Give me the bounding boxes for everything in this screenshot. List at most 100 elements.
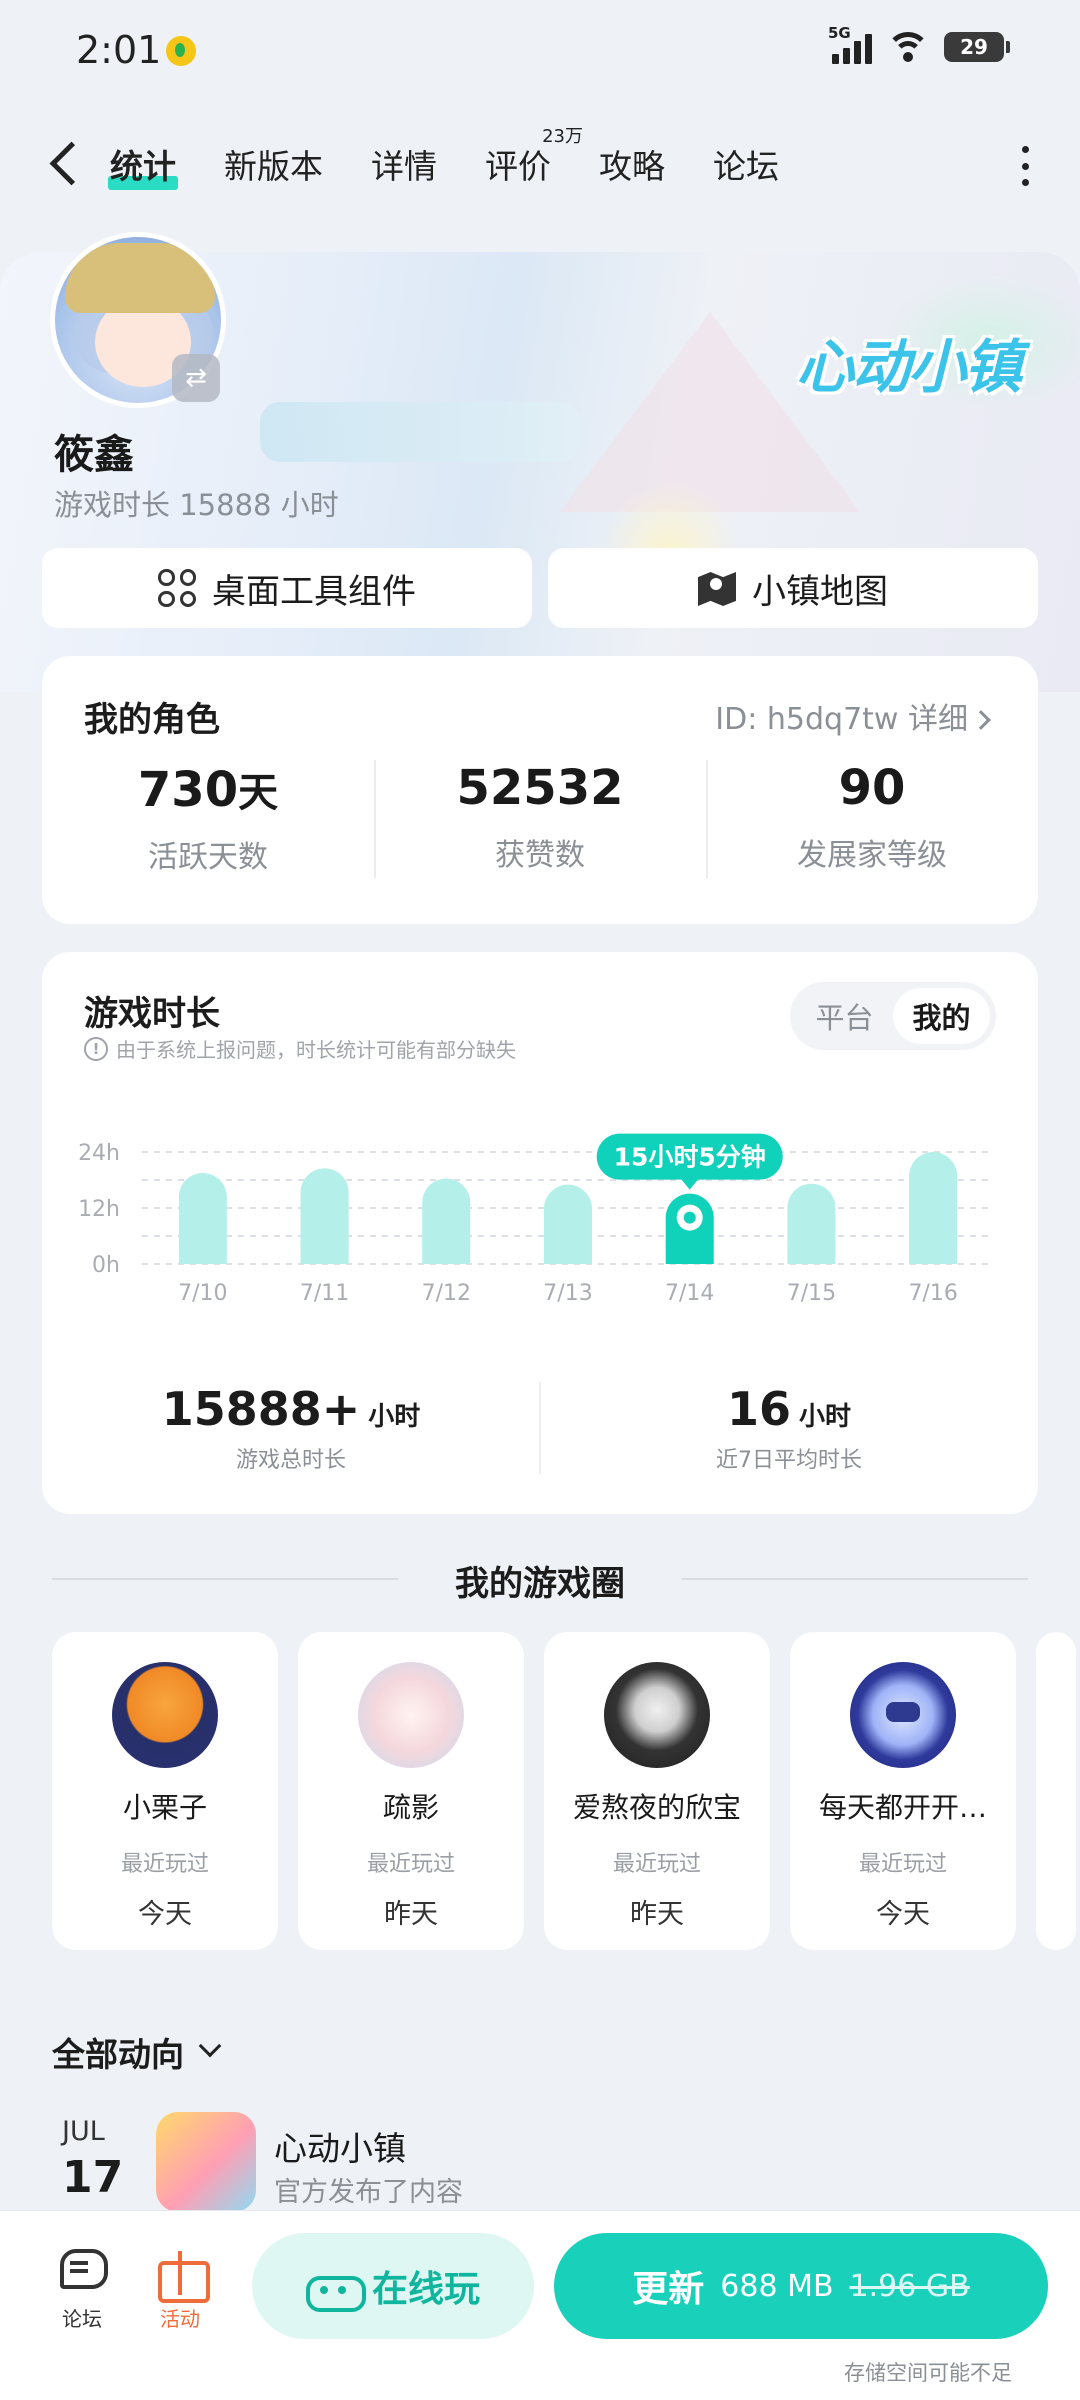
cellular-signal-icon: 5G	[828, 24, 872, 64]
gift-icon	[154, 2247, 210, 2303]
forum-nav-button[interactable]: 论坛	[42, 2247, 122, 2332]
my-role-card: 我的角色 ID: h5dq7tw 详细 730天 活跃天数 52532 获赞数 …	[42, 656, 1038, 924]
average-playtime-stat: 16 小时 近7日平均时长	[540, 1382, 1038, 1474]
cloud-gamepad-icon	[305, 2268, 366, 2312]
x-tick-label: 7/15	[787, 1281, 836, 1306]
widgets-icon	[158, 569, 196, 607]
tab-details[interactable]: 详情	[371, 140, 437, 188]
avg-hours-value: 16	[726, 1382, 791, 1436]
stat-active-days: 730天 活跃天数	[42, 760, 374, 876]
friend-list: 小栗子 最近玩过 今天 疏影 最近玩过 昨天 爱熬夜的欣宝 最近玩过 昨天 每天…	[52, 1632, 1080, 1952]
play-online-button[interactable]: 在线玩	[252, 2233, 534, 2339]
total-hours-value: 15888+	[161, 1382, 361, 1436]
toggle-mine[interactable]: 我的	[893, 988, 990, 1044]
active-days-unit: 天	[238, 770, 279, 816]
update-button[interactable]: 更新 688 MB 1.96 GB	[554, 2233, 1048, 2339]
highlight-marker-dot	[683, 1211, 696, 1224]
switch-avatar-icon[interactable]: ⇄	[172, 354, 220, 402]
playtime-note-text: 由于系统上报问题，时长统计可能有部分缺失	[116, 1038, 516, 1062]
feed-month: JUL	[62, 2116, 105, 2147]
tab-guides[interactable]: 攻略	[599, 140, 665, 188]
friend-status: 最近玩过	[612, 1852, 701, 1877]
total-playtime-text: 游戏时长 15888 小时	[54, 488, 339, 522]
total-hours-label: 游戏总时长	[235, 1448, 346, 1473]
chevron-right-icon	[971, 710, 991, 730]
highlight-tooltip-label: 15小时5分钟	[614, 1143, 766, 1172]
toggle-platform[interactable]: 平台	[796, 988, 893, 1044]
avg-hours-unit: 小时	[799, 1402, 852, 1432]
battery-level: 29	[960, 35, 988, 59]
x-tick-label: 7/16	[908, 1281, 957, 1306]
friend-card[interactable]: 爱熬夜的欣宝 最近玩过 昨天	[544, 1632, 770, 1950]
chart-bar-base	[422, 1240, 471, 1264]
friend-name: 疏影	[382, 1791, 439, 1824]
bottom-action-bar: 论坛 活动 在线玩 更新 688 MB 1.96 GB 存储空间可能不足	[0, 2210, 1080, 2400]
friend-status: 最近玩过	[120, 1852, 209, 1877]
friend-last-played: 今天	[876, 1899, 930, 1930]
top-nav: 统计 新版本 详情 评价 23万 攻略 论坛	[0, 118, 1080, 210]
map-icon	[698, 568, 736, 608]
friend-name: 小栗子	[122, 1791, 207, 1824]
town-map-button[interactable]: 小镇地图	[548, 548, 1038, 628]
feed-filter-label: 全部动向	[52, 2035, 184, 2074]
game-circle-header: 我的游戏圈	[0, 1556, 1080, 1605]
status-icons: 5G 29	[828, 24, 1010, 64]
chart-bar-base	[300, 1240, 349, 1264]
playtime-totals: 15888+ 小时 游戏总时长 16 小时 近7日平均时长	[42, 1382, 1038, 1492]
friend-card-partial[interactable]	[1036, 1632, 1076, 1950]
tab-stats[interactable]: 统计	[108, 140, 178, 190]
tab-forum[interactable]: 论坛	[713, 140, 779, 188]
desktop-widgets-label: 桌面工具组件	[212, 571, 416, 612]
friend-card[interactable]: 疏影 最近玩过 昨天	[298, 1632, 524, 1950]
back-arrow-icon[interactable]	[44, 140, 84, 188]
desktop-widgets-button[interactable]: 桌面工具组件	[42, 548, 532, 628]
battery-icon: 29	[944, 32, 1010, 62]
x-tick-label: 7/10	[178, 1281, 227, 1306]
feed-item[interactable]: JUL 17 心动小镇 官方发布了内容	[52, 2112, 1032, 2212]
dog-avatar	[112, 1662, 218, 1768]
old-size: 1.96 GB	[849, 2268, 970, 2304]
friend-name: 爱熬夜的欣宝	[572, 1791, 741, 1824]
more-options-icon[interactable]	[1022, 146, 1030, 186]
x-tick-label: 7/14	[665, 1281, 714, 1306]
info-icon: !	[84, 1036, 108, 1061]
developer-level-value: 90	[838, 760, 906, 816]
tab-reviews[interactable]: 评价 23万	[485, 126, 583, 188]
photo-avatar	[604, 1662, 710, 1768]
music-app-icon	[166, 36, 196, 66]
feed-filter-dropdown[interactable]: 全部动向	[52, 2028, 222, 2076]
x-tick-label: 7/12	[422, 1281, 471, 1306]
forum-label: 论坛	[62, 2307, 102, 2331]
feed-day: 17	[62, 2152, 124, 2203]
game-circle-title: 我的游戏圈	[455, 1564, 625, 1604]
total-hours-unit: 小时	[368, 1402, 421, 1432]
activity-label: 活动	[160, 2307, 200, 2331]
storage-warning: 存储空间可能不足	[844, 2361, 1012, 2385]
update-label: 更新	[632, 2269, 705, 2310]
friend-card[interactable]: 小栗子 最近玩过 今天	[52, 1632, 278, 1950]
wifi-icon	[886, 30, 930, 64]
likes-label: 获赞数	[495, 838, 585, 873]
girl-avatar	[358, 1662, 464, 1768]
chart-bar-base	[178, 1240, 227, 1264]
friend-name: 每天都开开…	[818, 1791, 987, 1824]
role-id-link[interactable]: ID: h5dq7tw 详细	[715, 694, 991, 738]
chart-bar-base	[787, 1240, 836, 1264]
active-days-label: 活跃天数	[148, 840, 268, 875]
developer-level-label: 发展家等级	[797, 838, 947, 873]
friend-card[interactable]: 每天都开开… 最近玩过 今天	[790, 1632, 1016, 1950]
activity-nav-button[interactable]: 活动	[140, 2247, 220, 2332]
y-tick-label: 24h	[78, 1141, 120, 1166]
role-title: 我的角色	[84, 700, 220, 740]
status-bar: 2:01 5G 29	[0, 0, 1080, 100]
network-type: 5G	[828, 24, 851, 42]
play-online-label: 在线玩	[371, 2269, 480, 2310]
friend-last-played: 今天	[138, 1899, 192, 1930]
likes-value: 52532	[456, 760, 624, 816]
tab-new-version[interactable]: 新版本	[224, 140, 323, 188]
game-logo-text: 心动小镇	[795, 333, 1022, 401]
platform-mine-toggle: 平台 我的	[790, 982, 996, 1050]
x-tick-label: 7/11	[300, 1281, 349, 1306]
update-size: 688 MB	[720, 2268, 834, 2304]
chevron-down-icon	[198, 2034, 222, 2058]
